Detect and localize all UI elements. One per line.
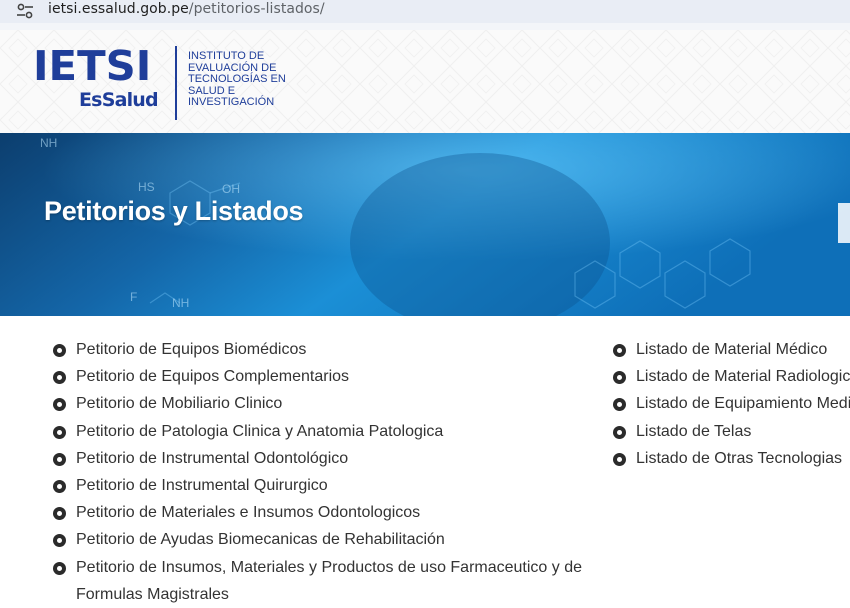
- list-item-link[interactable]: Listado de Telas: [636, 423, 751, 440]
- bullet-icon: [613, 425, 626, 439]
- list-item-link[interactable]: Petitorio de Mobiliario Clinico: [76, 395, 282, 412]
- bullet-icon: [53, 344, 66, 357]
- list-item-link[interactable]: Petitorio de Instrumental Odontológico: [76, 450, 348, 467]
- bullet-icon: [53, 425, 66, 439]
- bullet-icon: [613, 452, 626, 466]
- list-item[interactable]: Petitorio de Mobiliario Clinico: [53, 390, 593, 417]
- list-item[interactable]: Listado de Telas: [613, 418, 850, 445]
- list-item-link[interactable]: Petitorio de Instrumental Quirurgico: [76, 477, 328, 494]
- bullet-icon: [53, 371, 66, 385]
- bullet-icon: [613, 344, 626, 357]
- browser-address-bar: ietsi.essalud.gob.pe/petitorios-listados…: [0, 0, 850, 30]
- logo-wordmark: IETSI: [33, 42, 152, 90]
- svg-text:F: F: [130, 290, 137, 304]
- list-item[interactable]: Petitorio de Ayudas Biomecanicas de Reha…: [53, 526, 593, 553]
- list-item-link[interactable]: Petitorio de Patologia Clinica y Anatomi…: [76, 423, 443, 440]
- list-item[interactable]: Listado de Otras Tecnologias: [613, 445, 850, 472]
- list-item-link[interactable]: Petitorio de Insumos, Materiales y Produ…: [76, 559, 582, 603]
- logo-institute-name: INSTITUTO DE EVALUACIÓN DE TECNOLOGÍAS E…: [188, 50, 298, 109]
- list-item-link[interactable]: Listado de Material Radiologico: [636, 368, 850, 385]
- logo-text-line: INVESTIGACIÓN: [188, 96, 275, 109]
- bullet-icon: [613, 398, 626, 412]
- list-item[interactable]: Petitorio de Equipos Biomédicos: [53, 336, 593, 363]
- list-item[interactable]: Petitorio de Insumos, Materiales y Produ…: [53, 554, 596, 608]
- bullet-icon: [53, 398, 66, 412]
- svg-text:OH: OH: [222, 182, 240, 196]
- url-host: ietsi.essalud.gob.pe: [48, 1, 189, 17]
- bullet-icon: [53, 452, 66, 466]
- page-title: Petitorios y Listados: [44, 196, 304, 226]
- bullet-icon: [53, 507, 66, 521]
- list-item-link[interactable]: Petitorio de Equipos Biomédicos: [76, 341, 306, 358]
- bullet-icon: [613, 371, 626, 385]
- svg-text:NH: NH: [172, 296, 189, 310]
- list-item-link[interactable]: Listado de Material Médico: [636, 341, 827, 358]
- url-path: /petitorios-listados/: [188, 1, 325, 17]
- list-item[interactable]: Petitorio de Instrumental Odontológico: [53, 445, 593, 472]
- list-item-link[interactable]: Petitorio de Ayudas Biomecanicas de Reha…: [76, 531, 445, 548]
- list-item[interactable]: Petitorio de Instrumental Quirurgico: [53, 472, 593, 499]
- list-item[interactable]: Petitorio de Patologia Clinica y Anatomi…: [53, 418, 593, 445]
- url-field[interactable]: ietsi.essalud.gob.pe/petitorios-listados…: [0, 0, 850, 23]
- list-item-link[interactable]: Petitorio de Equipos Complementarios: [76, 368, 349, 385]
- svg-text:HS: HS: [138, 180, 155, 194]
- bullet-icon: [53, 534, 66, 548]
- list-item[interactable]: Petitorio de Materiales e Insumos Odonto…: [53, 499, 593, 526]
- svg-text:NH: NH: [40, 136, 57, 150]
- petitorios-list: Petitorio de Equipos Biomédicos Petitori…: [53, 336, 593, 608]
- list-item-link[interactable]: Listado de Equipamiento Medico: [636, 395, 850, 412]
- list-item[interactable]: Listado de Equipamiento Medico: [613, 390, 850, 417]
- bullet-icon: [53, 561, 66, 575]
- list-item[interactable]: Petitorio de Equipos Complementarios: [53, 363, 593, 390]
- list-item-link[interactable]: Petitorio de Materiales e Insumos Odonto…: [76, 504, 420, 521]
- listados-list: Listado de Material Médico Listado de Ma…: [613, 336, 850, 472]
- list-item[interactable]: Listado de Material Médico: [613, 336, 850, 363]
- bullet-icon: [53, 480, 66, 494]
- logo-text-line: INSTITUTO DE: [188, 50, 265, 62]
- list-item-link[interactable]: Listado de Otras Tecnologias: [636, 450, 842, 467]
- tune-icon[interactable]: [14, 1, 36, 21]
- logo-divider: [175, 46, 177, 120]
- logo-subtitle: EsSalud: [79, 89, 159, 111]
- list-item[interactable]: Listado de Material Radiologico: [613, 363, 850, 390]
- url-text[interactable]: ietsi.essalud.gob.pe/petitorios-listados…: [48, 1, 325, 17]
